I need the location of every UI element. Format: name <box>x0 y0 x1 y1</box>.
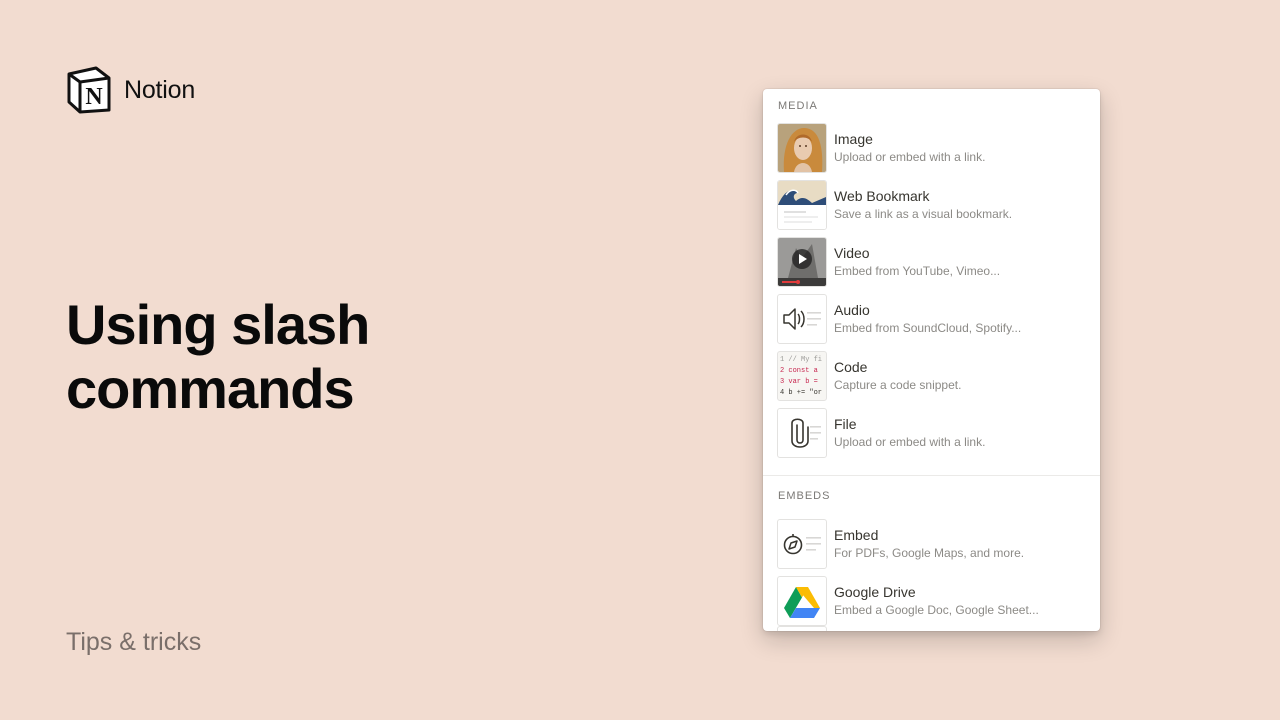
page-title: Using slash commands <box>66 293 370 421</box>
next-item-thumbnail-partial <box>777 626 827 631</box>
section-label-media: MEDIA <box>778 100 818 112</box>
title-line-2: commands <box>66 357 355 420</box>
code-line: 2 const a <box>780 367 818 375</box>
menu-item-desc: Embed a Google Doc, Google Sheet... <box>834 602 1039 617</box>
menu-item-video[interactable]: Video Embed from YouTube, Vimeo... <box>763 233 1100 290</box>
menu-item-title: Audio <box>834 301 870 318</box>
menu-item-image[interactable]: Image Upload or embed with a link. <box>763 119 1100 176</box>
code-icon: 1 // My fi 2 const a 3 var b = 4 b += "o… <box>777 350 827 401</box>
brand-name: Notion <box>124 75 196 104</box>
section-label-embeds: EMBEDS <box>778 490 831 502</box>
brand: N Notion <box>66 66 195 114</box>
menu-item-title: Web Bookmark <box>834 187 930 204</box>
menu-item-title: Embed <box>834 526 879 543</box>
code-line: 1 // My fi <box>780 356 822 364</box>
menu-item-file[interactable]: File Upload or embed with a link. <box>763 404 1100 461</box>
menu-item-title: Code <box>834 358 868 375</box>
compass-icon <box>777 518 827 569</box>
paperclip-icon <box>777 407 827 458</box>
menu-item-audio[interactable]: Audio Embed from SoundCloud, Spotify... <box>763 290 1100 347</box>
google-drive-icon <box>777 575 827 626</box>
menu-item-title: Google Drive <box>834 583 916 600</box>
code-line: 3 var b = <box>780 378 818 386</box>
notion-logo-icon: N <box>67 66 111 114</box>
video-thumbnail-icon <box>777 236 827 287</box>
menu-item-web-bookmark[interactable]: Web Bookmark Save a link as a visual boo… <box>763 176 1100 233</box>
menu-item-embed[interactable]: Embed For PDFs, Google Maps, and more. <box>763 515 1100 572</box>
menu-item-desc: Capture a code snippet. <box>834 377 962 392</box>
menu-item-title: Image <box>834 130 873 147</box>
code-line: 4 b += "or <box>780 389 822 397</box>
menu-item-desc: Upload or embed with a link. <box>834 434 986 449</box>
menu-item-desc: Embed from SoundCloud, Spotify... <box>834 320 1022 335</box>
menu-item-desc: Embed from YouTube, Vimeo... <box>834 263 1001 278</box>
svg-text:N: N <box>85 84 103 110</box>
audio-icon <box>777 293 827 344</box>
menu-item-desc: Upload or embed with a link. <box>834 149 986 164</box>
series-tag: Tips & tricks <box>66 628 202 656</box>
title-line-1: Using slash <box>66 293 370 356</box>
bookmark-thumbnail-icon <box>777 179 827 230</box>
menu-item-google-drive[interactable]: Google Drive Embed a Google Doc, Google … <box>763 572 1100 629</box>
menu-item-title: Video <box>834 244 870 261</box>
menu-item-code[interactable]: 1 // My fi 2 const a 3 var b = 4 b += "o… <box>763 347 1100 404</box>
slash-command-menu: MEDIA Image Upload or embed with a link. <box>763 89 1100 631</box>
image-thumbnail-icon <box>777 122 827 173</box>
menu-item-desc: Save a link as a visual bookmark. <box>834 206 1013 221</box>
menu-item-title: File <box>834 415 857 432</box>
menu-item-desc: For PDFs, Google Maps, and more. <box>834 545 1025 560</box>
